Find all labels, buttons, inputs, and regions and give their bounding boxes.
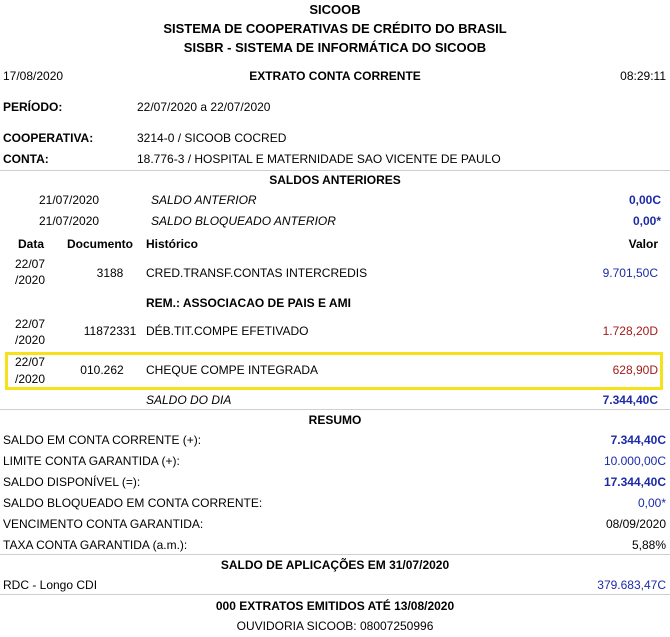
transaction-document: 010.262 bbox=[80, 363, 124, 377]
aplicacao-label: RDC - Longo CDI bbox=[3, 578, 98, 592]
extratos-emitidos: 000 EXTRATOS EMITIDOS ATÉ 13/08/2020 bbox=[215, 599, 455, 613]
transaction-document: 3188 bbox=[96, 266, 124, 280]
conta-value: 18.776-3 / HOSPITAL E MATERNIDADE SAO VI… bbox=[137, 152, 501, 166]
resumo-value: 17.344,40C bbox=[603, 475, 666, 489]
saldo-do-dia-label: SALDO DO DIA bbox=[146, 393, 232, 407]
saldo-bloqueado-anterior-date: 21/07/2020 bbox=[39, 214, 100, 228]
report-time: 08:29:11 bbox=[620, 69, 666, 83]
periodo-label: PERÍODO: bbox=[3, 100, 63, 114]
transaction-history: DÉB.TIT.COMPE EFETIVADO bbox=[146, 324, 309, 338]
col-header-historico: Histórico bbox=[146, 237, 199, 251]
transaction-date: 22/07 bbox=[15, 355, 46, 369]
resumo-title: RESUMO bbox=[308, 413, 362, 427]
aplicacoes-title: SALDO DE APLICAÇÕES EM 31/07/2020 bbox=[220, 558, 450, 572]
saldo-bloqueado-anterior-value: 0,00* bbox=[632, 214, 661, 228]
report-title: EXTRATO CONTA CORRENTE bbox=[249, 69, 421, 83]
resumo-label: SALDO EM CONTA CORRENTE (+): bbox=[3, 433, 202, 447]
transaction-date: 22/07 bbox=[15, 317, 46, 331]
header-line-1: SICOOB bbox=[309, 2, 361, 17]
resumo-label: VENCIMENTO CONTA GARANTIDA: bbox=[3, 517, 204, 531]
saldos-anteriores-title: SALDOS ANTERIORES bbox=[269, 173, 401, 187]
resumo-label: SALDO BLOQUEADO EM CONTA CORRENTE: bbox=[3, 496, 263, 510]
saldo-anterior-date: 21/07/2020 bbox=[39, 193, 100, 207]
transaction-value: 9.701,50C bbox=[602, 266, 658, 280]
resumo-label: LIMITE CONTA GARANTIDA (+): bbox=[3, 454, 180, 468]
resumo-value: 5,88% bbox=[631, 538, 666, 552]
aplicacao-value: 379.683,47C bbox=[597, 578, 666, 592]
resumo-value: 08/09/2020 bbox=[605, 517, 666, 531]
transaction-history: CRED.TRANSF.CONTAS INTERCREDIS bbox=[146, 266, 368, 280]
resumo-value: 0,00* bbox=[637, 496, 666, 510]
saldo-do-dia-value: 7.344,40C bbox=[602, 393, 658, 407]
header-line-3: SISBR - SISTEMA DE INFORMÁTICA DO SICOOB bbox=[183, 40, 487, 55]
divider bbox=[0, 594, 670, 595]
resumo-value: 7.344,40C bbox=[610, 433, 666, 447]
transaction-date: /2020 bbox=[15, 273, 46, 287]
col-header-data: Data bbox=[18, 237, 45, 251]
transaction-history: CHEQUE COMPE INTEGRADA bbox=[146, 363, 319, 377]
transaction-date: /2020 bbox=[15, 333, 46, 347]
transaction-value: 1.728,20D bbox=[602, 324, 658, 338]
saldo-bloqueado-anterior-label: SALDO BLOQUEADO ANTERIOR bbox=[151, 214, 336, 228]
periodo-value: 22/07/2020 a 22/07/2020 bbox=[137, 100, 271, 114]
transaction-value: 628,90D bbox=[612, 363, 658, 377]
resumo-value: 10.000,00C bbox=[603, 454, 666, 468]
header-line-2: SISTEMA DE COOPERATIVAS DE CRÉDITO DO BR… bbox=[163, 21, 507, 36]
transaction-document: 11872331 bbox=[83, 324, 137, 338]
conta-label: CONTA: bbox=[3, 152, 49, 166]
divider bbox=[0, 170, 670, 171]
transaction-date: /2020 bbox=[15, 372, 46, 386]
resumo-label: TAXA CONTA GARANTIDA (a.m.): bbox=[3, 538, 188, 552]
ouvidoria: OUVIDORIA SICOOB: 08007250996 bbox=[236, 619, 434, 633]
resumo-label: SALDO DISPONÍVEL (=): bbox=[3, 475, 141, 489]
cooperativa-label: COOPERATIVA: bbox=[3, 131, 94, 145]
col-header-valor: Valor bbox=[628, 237, 658, 251]
col-header-documento: Documento bbox=[67, 237, 133, 251]
divider bbox=[0, 409, 670, 410]
saldo-anterior-value: 0,00C bbox=[628, 193, 661, 207]
cooperativa-value: 3214-0 / SICOOB COCRED bbox=[137, 131, 287, 145]
saldo-anterior-label: SALDO ANTERIOR bbox=[151, 193, 257, 207]
remitter-note: REM.: ASSOCIACAO DE PAIS E AMI bbox=[146, 296, 351, 310]
divider bbox=[0, 554, 670, 555]
transaction-date: 22/07 bbox=[15, 257, 46, 271]
